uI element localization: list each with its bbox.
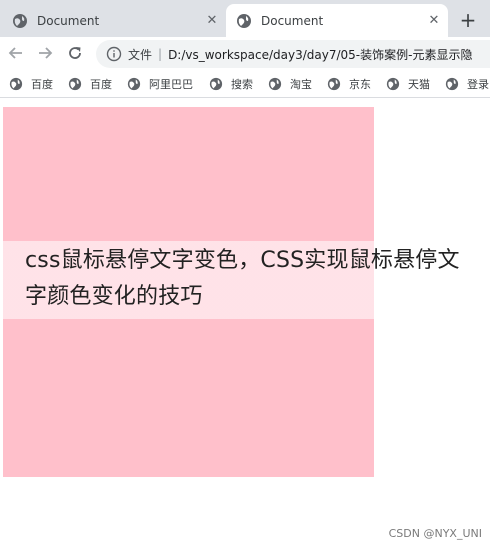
bookmark-item[interactable]: 百度 [9, 74, 53, 94]
new-tab-button[interactable]: + [455, 8, 481, 32]
arrow-left-icon [8, 47, 22, 59]
globe-icon [9, 77, 23, 91]
bookmark-item[interactable]: 天猫 [386, 74, 430, 94]
address-separator: | [158, 47, 163, 61]
info-icon[interactable] [106, 46, 122, 62]
globe-icon [68, 77, 82, 91]
globe-icon [445, 77, 459, 91]
reload-button[interactable] [63, 41, 87, 65]
bookmark-label: 淘宝 [290, 78, 312, 91]
tab-document-2[interactable]: Document ✕ [226, 4, 448, 37]
bookmark-item[interactable]: 百度 [68, 74, 112, 94]
globe-icon [327, 77, 341, 91]
overlay-title: css鼠标悬停文字变色，CSS实现鼠标悬停文字颜色变化的技巧 [25, 248, 460, 309]
tab-document-1[interactable]: Document ✕ [0, 4, 226, 37]
globe-icon [237, 13, 251, 28]
reload-icon [69, 47, 81, 59]
bookmark-label: 搜索 [231, 78, 253, 91]
toolbar: 文件 | D:/vs_workspace/day3/day7/05-装饰案例-元… [0, 37, 490, 70]
bookmark-item[interactable]: 淘宝 [268, 74, 312, 94]
globe-icon [268, 77, 282, 91]
bookmark-label: 阿里巴巴 [149, 78, 193, 91]
url-text[interactable]: D:/vs_workspace/day3/day7/05-装饰案例-元素显示隐 [168, 46, 472, 63]
close-tab-icon[interactable]: ✕ [424, 11, 444, 31]
globe-icon [386, 77, 400, 91]
bookmark-item[interactable]: 京东 [327, 74, 371, 94]
globe-icon [127, 77, 141, 91]
bookmark-label: 天猫 [408, 78, 430, 91]
forward-button[interactable] [33, 41, 57, 65]
tab-strip: Document ✕ Document ✕ + [0, 0, 490, 37]
bookmark-item[interactable]: 登录 [445, 74, 489, 94]
close-tab-icon[interactable]: ✕ [202, 11, 222, 31]
scheme-label: 文件 [128, 47, 153, 62]
tab-title: Document [261, 13, 324, 28]
bookmark-item[interactable]: 搜索 [209, 74, 253, 94]
bookmark-label: 京东 [349, 78, 371, 91]
bookmark-label: 登录 [467, 78, 489, 91]
globe-icon [209, 77, 223, 91]
bookmark-item[interactable]: 阿里巴巴 [127, 74, 193, 94]
globe-icon [13, 13, 27, 28]
bookmark-label: 百度 [90, 78, 112, 91]
watermark: CSDN @NYX_UNI [388, 527, 482, 540]
bookmark-label: 百度 [31, 78, 53, 91]
back-button[interactable] [4, 41, 28, 65]
address-bar[interactable]: 文件 | D:/vs_workspace/day3/day7/05-装饰案例-元… [96, 40, 490, 68]
page-viewport: css鼠标悬停文字变色，CSS实现鼠标悬停文字颜色变化的技巧 CSDN @NYX… [0, 99, 490, 544]
tab-title: Document [37, 13, 100, 28]
arrow-right-icon [39, 47, 53, 59]
bookmarks-bar: 百度 百度 阿里巴巴 搜索 淘宝 京东 天猫 登录 [0, 70, 490, 98]
